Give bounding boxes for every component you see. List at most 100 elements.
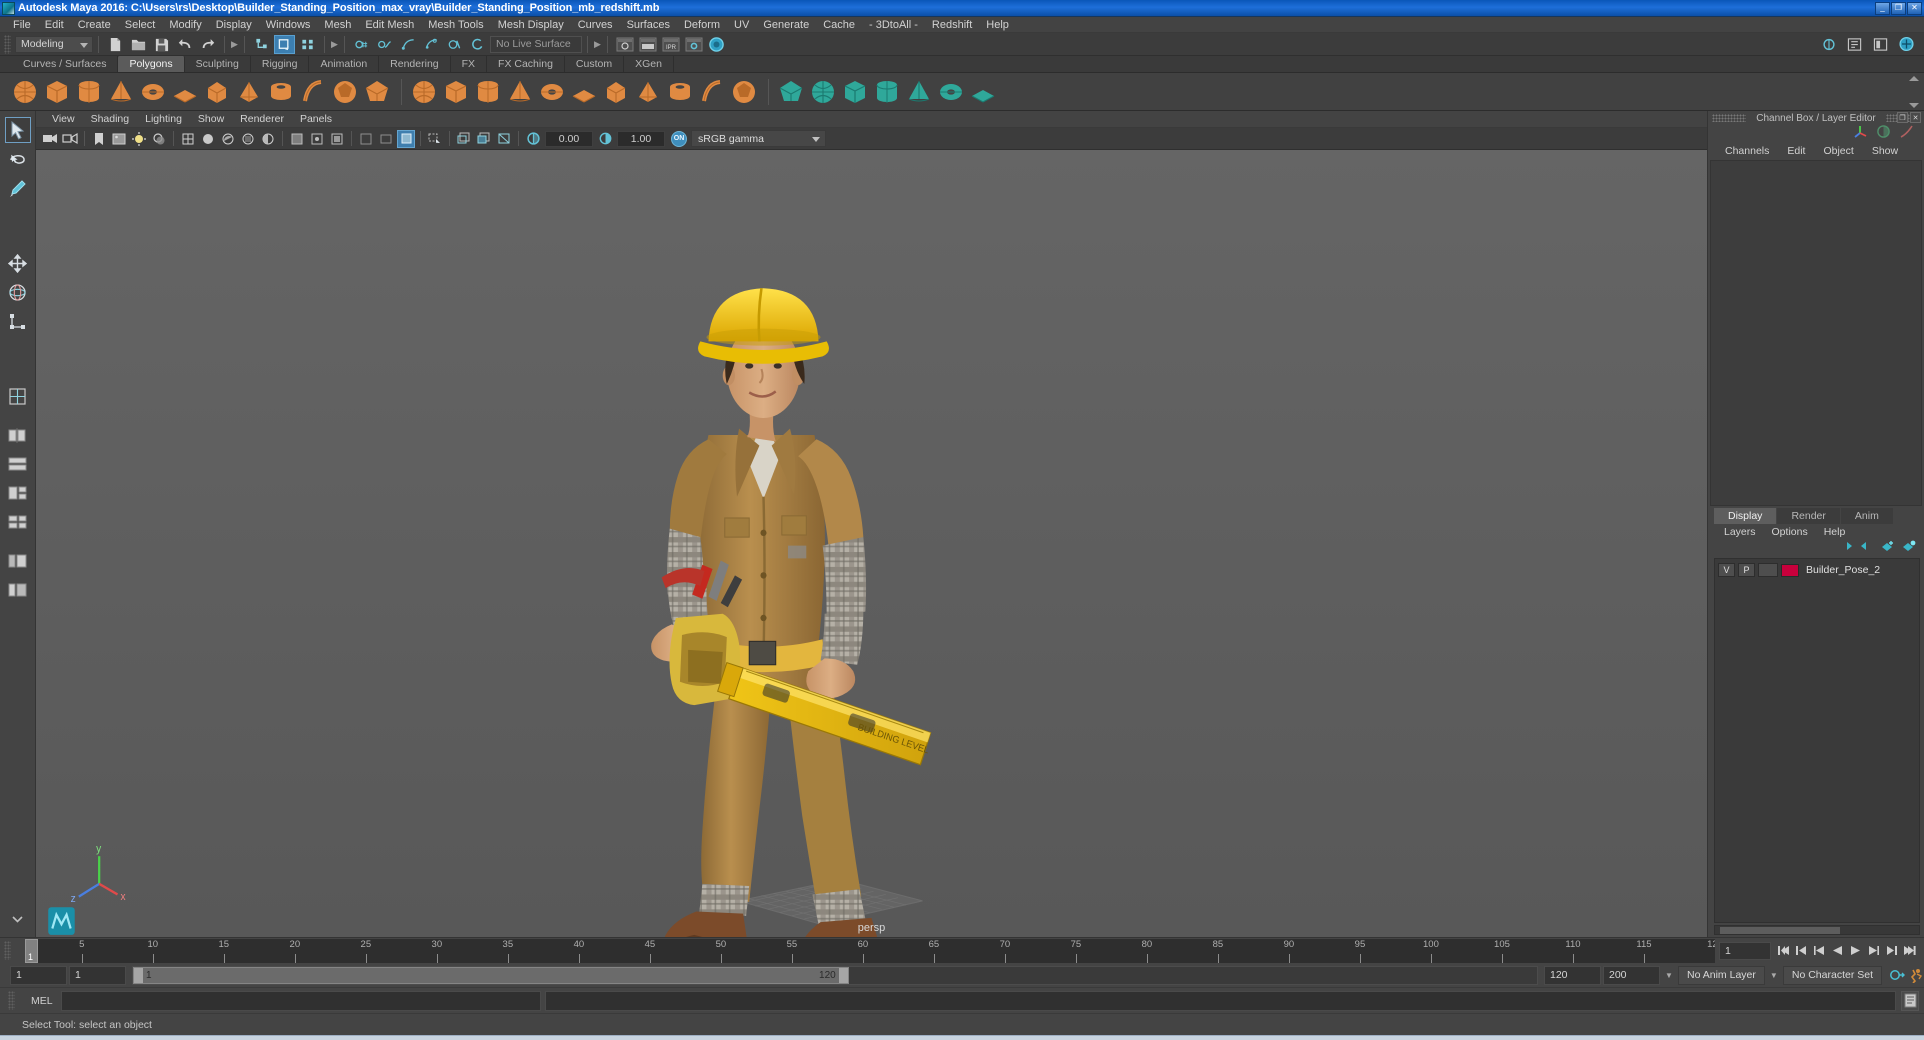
range-slider[interactable]: 1 120: [132, 965, 1538, 985]
shelf-scroll-up-icon[interactable]: [1909, 76, 1919, 81]
shelf-scroll-controls[interactable]: [1909, 76, 1921, 108]
close-panel-button[interactable]: ✕: [1910, 112, 1921, 123]
poly-platonic-icon[interactable]: [362, 77, 392, 107]
layer-editor-tab-render[interactable]: Render: [1777, 507, 1840, 524]
sculpt-relax-icon[interactable]: [840, 77, 870, 107]
snap-to-curve-icon[interactable]: [374, 35, 395, 54]
go-to-start-icon[interactable]: [1775, 942, 1792, 960]
move-layer-down-icon[interactable]: [1860, 539, 1874, 557]
xray-active-components-icon[interactable]: [328, 130, 346, 148]
layer-row[interactable]: V P Builder_Pose_2: [1715, 562, 1919, 579]
axis-gizmo-icon[interactable]: [1853, 124, 1868, 144]
three-pane-layout[interactable]: [5, 480, 31, 506]
layout-more-icon[interactable]: [5, 577, 31, 603]
channelbox-menu-object[interactable]: Object: [1814, 145, 1862, 157]
four-pane-layout[interactable]: [5, 509, 31, 535]
viewport-menu-show[interactable]: Show: [190, 111, 232, 128]
anim-layer-selector[interactable]: No Anim Layer: [1678, 965, 1765, 985]
single-pane-layout[interactable]: [5, 383, 31, 409]
uv-editor-icon[interactable]: [968, 77, 998, 107]
textured-icon[interactable]: [239, 130, 257, 148]
layer-menu-help[interactable]: Help: [1816, 526, 1854, 538]
channelbox-menu-channels[interactable]: Channels: [1716, 145, 1778, 157]
sculpt-flatten-icon[interactable]: [904, 77, 934, 107]
play-backwards-icon[interactable]: [1829, 942, 1846, 960]
render-settings-icon[interactable]: [683, 35, 704, 54]
layer-list[interactable]: V P Builder_Pose_2: [1714, 557, 1920, 923]
ipr-render-icon[interactable]: IPR: [660, 35, 681, 54]
toolbar-grip[interactable]: [4, 34, 11, 54]
panel-grip[interactable]: [1712, 114, 1747, 122]
viewport-menu-renderer[interactable]: Renderer: [232, 111, 292, 128]
poly-plane-icon[interactable]: [170, 77, 200, 107]
gate-mask-icon[interactable]: [495, 130, 513, 148]
layer-editor-tab-anim[interactable]: Anim: [1840, 507, 1893, 524]
select-camera-icon[interactable]: [41, 130, 59, 148]
exposure-icon[interactable]: [524, 130, 542, 148]
anim-start-time-field[interactable]: 1: [10, 965, 67, 985]
motion-blur-icon[interactable]: [377, 130, 395, 148]
curve-display-icon[interactable]: [1899, 124, 1914, 144]
channelbox-menu-show[interactable]: Show: [1863, 145, 1907, 157]
two-sided-lighting-icon[interactable]: [130, 130, 148, 148]
menu-modify[interactable]: Modify: [162, 17, 208, 33]
menu-create[interactable]: Create: [71, 17, 118, 33]
shelf-scroll-down-icon[interactable]: [1909, 103, 1919, 108]
menu-windows[interactable]: Windows: [259, 17, 318, 33]
xray-icon[interactable]: [288, 130, 306, 148]
new-layer-icon[interactable]: [1881, 539, 1895, 557]
step-forward-key-icon[interactable]: [1883, 942, 1900, 960]
toolbox-expand-icon[interactable]: [5, 908, 31, 934]
menu-help[interactable]: Help: [979, 17, 1016, 33]
menu-uv[interactable]: UV: [727, 17, 756, 33]
menu-redshift[interactable]: Redshift: [925, 17, 979, 33]
layer-menu-layers[interactable]: Layers: [1716, 526, 1764, 538]
collapse-toolbar-icon[interactable]: ▶: [230, 36, 239, 53]
new-layer-from-selected-icon[interactable]: [1902, 539, 1916, 557]
poly-cylinder-icon[interactable]: [74, 77, 104, 107]
poly-separate-icon[interactable]: [441, 77, 471, 107]
menu-curves[interactable]: Curves: [571, 17, 620, 33]
menu-3dtoall[interactable]: - 3DtoAll -: [862, 17, 925, 33]
resolution-gate-icon[interactable]: [475, 130, 493, 148]
poly-soccer-ball-icon[interactable]: [330, 77, 360, 107]
close-button[interactable]: ✕: [1907, 1, 1922, 15]
shelf-tab-fx-caching[interactable]: FX Caching: [487, 56, 565, 72]
snap-to-projected-center-icon[interactable]: [420, 35, 441, 54]
layer-editor-tab-display[interactable]: Display: [1714, 507, 1777, 524]
menu-edit[interactable]: Edit: [38, 17, 71, 33]
minimize-button[interactable]: _: [1875, 1, 1890, 15]
flat-shade-icon[interactable]: [219, 130, 237, 148]
menu-mesh-tools[interactable]: Mesh Tools: [421, 17, 490, 33]
poly-helix-icon[interactable]: [298, 77, 328, 107]
play-forwards-icon[interactable]: [1847, 942, 1864, 960]
select-by-hierarchy-icon[interactable]: [251, 35, 272, 54]
shelf-tab-rendering[interactable]: Rendering: [379, 56, 451, 72]
time-slider[interactable]: 1 5 10 15 20 25 30 35 40 45 50 55 60 65 70 75 80 85 90 95 1…: [25, 938, 1715, 963]
channel-box-icon[interactable]: [1896, 35, 1917, 54]
layer-menu-options[interactable]: Options: [1764, 526, 1816, 538]
attribute-editor-icon[interactable]: [1844, 35, 1865, 54]
layer-playback-toggle[interactable]: P: [1738, 563, 1755, 577]
film-gate-icon[interactable]: [455, 130, 473, 148]
gamma-field[interactable]: 1.00: [617, 130, 665, 147]
playback-end-time-field[interactable]: 120: [1544, 965, 1601, 985]
lasso-select-tool[interactable]: [5, 146, 31, 172]
menu-cache[interactable]: Cache: [816, 17, 862, 33]
auto-key-icon[interactable]: [1888, 966, 1905, 984]
layer-state-toggle[interactable]: [1758, 563, 1778, 577]
select-by-object-icon[interactable]: [274, 34, 295, 54]
image-plane-icon[interactable]: [110, 130, 128, 148]
poly-mirror-icon[interactable]: [729, 77, 759, 107]
shelf-tab-custom[interactable]: Custom: [565, 56, 625, 72]
step-forward-frame-icon[interactable]: [1865, 942, 1882, 960]
poly-extrude-icon[interactable]: [537, 77, 567, 107]
select-tool[interactable]: [4, 117, 31, 143]
layer-name[interactable]: Builder_Pose_2: [1806, 564, 1880, 576]
menu-display[interactable]: Display: [209, 17, 259, 33]
animation-preferences-icon[interactable]: [1907, 966, 1924, 984]
rotate-tool[interactable]: [5, 279, 31, 305]
mel-command-output[interactable]: [545, 990, 1896, 1011]
move-layer-up-icon[interactable]: [1839, 539, 1853, 557]
poly-cube-icon[interactable]: [42, 77, 72, 107]
